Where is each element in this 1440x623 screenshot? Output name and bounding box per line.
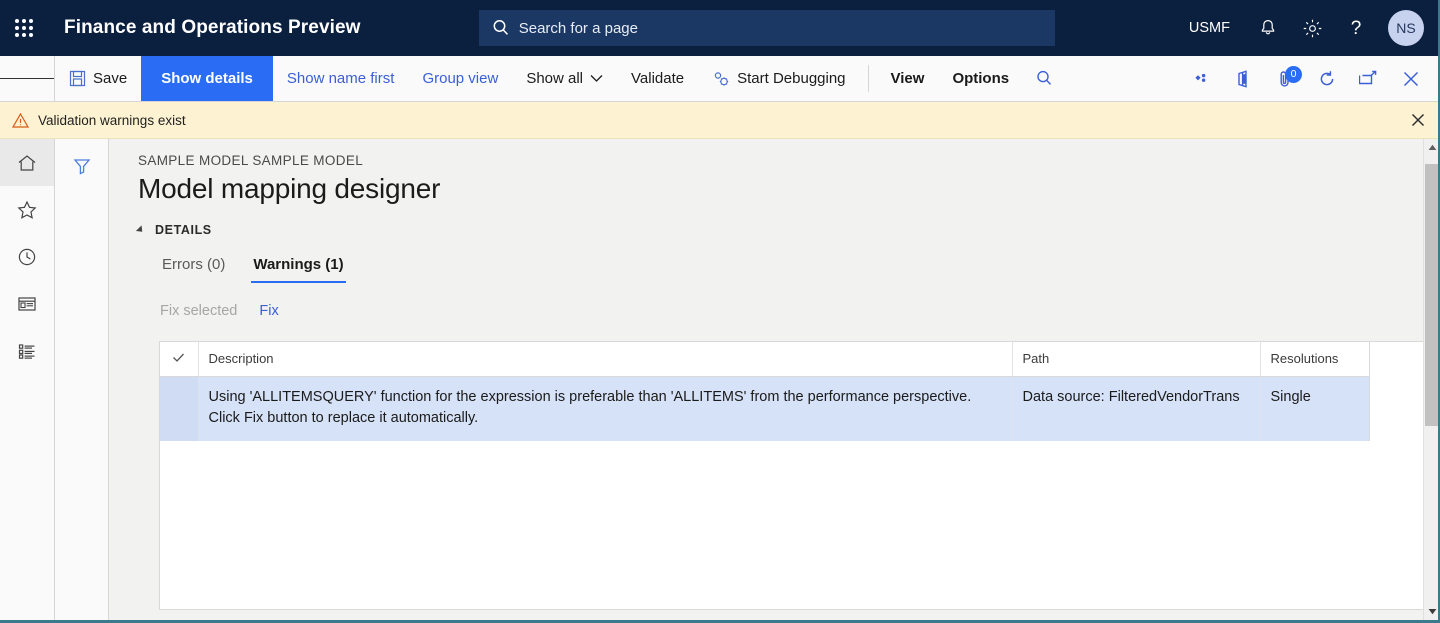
attachments-badge: 0 (1285, 66, 1302, 83)
avatar[interactable]: NS (1388, 10, 1424, 46)
command-bar-spacer (1065, 56, 1180, 101)
validation-tabs: Errors (0) Warnings (1) (160, 253, 1440, 283)
cell-resolutions: Single (1260, 377, 1369, 442)
grid-empty-space (160, 441, 1440, 609)
page-body: SAMPLE MODEL SAMPLE MODEL Model mapping … (0, 139, 1440, 620)
validation-message-bar: Validation warnings exist (0, 102, 1440, 139)
cell-description: Using 'ALLITEMSQUERY' function for the e… (198, 377, 1012, 442)
warnings-table: Description Path Resolutions Using 'ALLI… (160, 342, 1370, 441)
sidebar-item-modules[interactable] (0, 327, 54, 374)
app-launcher-icon[interactable] (0, 0, 48, 56)
open-in-new-window-icon[interactable] (1348, 56, 1390, 101)
save-icon (69, 70, 86, 87)
waffle-grid (15, 19, 33, 37)
search-container (361, 10, 1173, 46)
view-menu[interactable]: View (877, 56, 939, 101)
table-header-row: Description Path Resolutions (160, 342, 1369, 377)
validation-message-text: Validation warnings exist (38, 113, 186, 128)
tab-errors[interactable]: Errors (0) (160, 253, 227, 283)
top-right-controls: USMF ? NS (1173, 0, 1440, 56)
details-section-label: DETAILS (155, 223, 212, 237)
fix-actions: Fix selected Fix (160, 303, 1440, 319)
global-search-box[interactable] (479, 10, 1055, 46)
checkmark-icon (171, 350, 186, 365)
command-separator (868, 65, 869, 92)
home-icon (16, 152, 38, 174)
show-details-label: Show details (161, 70, 253, 87)
workspace-icon (16, 293, 38, 315)
attachments-icon[interactable]: 0 (1264, 56, 1306, 101)
show-name-first-label: Show name first (287, 70, 395, 87)
validate-label: Validate (631, 70, 684, 87)
clock-icon (16, 246, 38, 268)
show-name-first-button[interactable]: Show name first (273, 56, 409, 101)
tab-warnings[interactable]: Warnings (1) (251, 253, 345, 283)
validate-button[interactable]: Validate (617, 56, 698, 101)
close-icon[interactable] (1396, 102, 1440, 139)
fix-selected-button[interactable]: Fix selected (160, 303, 237, 319)
content-area: SAMPLE MODEL SAMPLE MODEL Model mapping … (109, 139, 1440, 620)
row-checkbox[interactable] (160, 377, 198, 442)
search-input[interactable] (519, 20, 1043, 37)
show-all-label: Show all (526, 70, 583, 87)
office-app-icon[interactable] (1222, 56, 1264, 101)
app-title: Finance and Operations Preview (64, 17, 361, 39)
debug-icon (712, 70, 730, 88)
filter-icon[interactable] (64, 149, 100, 183)
sidebar-item-recent[interactable] (0, 233, 54, 280)
sidebar-item-favorites[interactable] (0, 186, 54, 233)
save-label: Save (93, 70, 127, 87)
breadcrumb: SAMPLE MODEL SAMPLE MODEL (138, 153, 1440, 168)
column-header-resolutions[interactable]: Resolutions (1260, 342, 1369, 377)
show-details-button[interactable]: Show details (141, 56, 273, 101)
table-row[interactable]: Using 'ALLITEMSQUERY' function for the e… (160, 377, 1369, 442)
details-section-header[interactable]: DETAILS (138, 223, 1440, 237)
modules-icon (16, 340, 38, 362)
collapse-caret-icon (136, 225, 145, 234)
star-icon (16, 199, 38, 221)
warnings-grid: Description Path Resolutions Using 'ALLI… (159, 341, 1440, 610)
page-search-icon[interactable] (1023, 56, 1065, 101)
chevron-down-icon (590, 74, 603, 83)
navigation-rail (0, 139, 55, 620)
options-label: Options (952, 70, 1009, 87)
start-debugging-button[interactable]: Start Debugging (698, 56, 859, 101)
show-all-dropdown[interactable]: Show all (512, 56, 617, 101)
filter-rail (55, 139, 109, 620)
help-icon[interactable]: ? (1334, 0, 1378, 56)
cell-path: Data source: FilteredVendorTrans (1012, 377, 1260, 442)
top-navigation-bar: Finance and Operations Preview USMF ? NS (0, 0, 1440, 56)
application-window: Finance and Operations Preview USMF ? NS (0, 0, 1440, 623)
sidebar-item-workspaces[interactable] (0, 280, 54, 327)
nav-menu-icon[interactable] (0, 56, 55, 101)
options-menu[interactable]: Options (938, 56, 1023, 101)
command-bar: Save Show details Show name first Group … (0, 56, 1440, 102)
group-view-label: Group view (422, 70, 498, 87)
attachments-badge-wrap: 0 (1275, 69, 1295, 89)
fix-button[interactable]: Fix (259, 303, 278, 319)
group-view-button[interactable]: Group view (408, 56, 512, 101)
content-inner: SAMPLE MODEL SAMPLE MODEL Model mapping … (109, 139, 1440, 610)
column-header-description[interactable]: Description (198, 342, 1012, 377)
search-icon (491, 18, 511, 38)
svg-text:?: ? (1351, 18, 1362, 39)
refresh-icon[interactable] (1306, 56, 1348, 101)
start-debugging-label: Start Debugging (737, 70, 845, 87)
close-page-icon[interactable] (1390, 56, 1432, 101)
notifications-icon[interactable] (1246, 0, 1290, 56)
page-title: Model mapping designer (138, 173, 1440, 205)
column-header-path[interactable]: Path (1012, 342, 1260, 377)
warning-triangle-icon (12, 112, 29, 129)
company-selector[interactable]: USMF (1173, 20, 1246, 36)
select-all-header[interactable] (160, 342, 198, 377)
personalize-icon[interactable] (1180, 56, 1222, 101)
sidebar-item-home[interactable] (0, 139, 54, 186)
view-label: View (891, 70, 925, 87)
save-button[interactable]: Save (55, 56, 141, 101)
gear-icon[interactable] (1290, 0, 1334, 56)
